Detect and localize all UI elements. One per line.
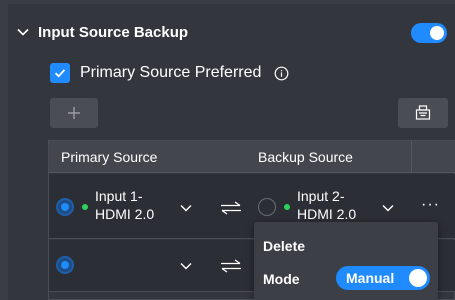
toggle-knob xyxy=(409,269,427,287)
primary-source-select[interactable]: Input 1- HDMI 2.0 xyxy=(95,187,154,223)
status-online-dot xyxy=(82,204,88,210)
chevron-down-icon[interactable] xyxy=(381,201,395,215)
delete-menu-item[interactable]: Delete xyxy=(263,238,305,254)
chevron-down-icon[interactable] xyxy=(14,23,32,41)
mode-toggle[interactable]: Manual xyxy=(336,266,430,290)
primary-preferred-label: Primary Source Preferred xyxy=(80,64,262,81)
chevron-down-icon[interactable] xyxy=(179,259,193,273)
toggle-knob xyxy=(430,26,444,40)
backup-enable-toggle[interactable] xyxy=(411,23,447,43)
info-circle-icon[interactable] xyxy=(273,65,289,81)
add-row-button[interactable] xyxy=(50,98,98,128)
check-icon xyxy=(54,69,66,78)
device-settings-button[interactable] xyxy=(398,98,448,128)
backup-source-select[interactable]: Input 2- HDMI 2.0 xyxy=(297,187,356,223)
status-online-dot xyxy=(284,204,290,210)
chevron-down-icon[interactable] xyxy=(179,201,193,215)
column-header-primary: Primary Source xyxy=(61,149,158,165)
mode-label: Mode xyxy=(263,271,300,287)
primary-preferred-checkbox[interactable] xyxy=(50,63,70,83)
more-horizontal-icon[interactable]: ··· xyxy=(421,196,440,214)
backup-source-radio[interactable] xyxy=(258,198,276,216)
section-header[interactable]: Input Source Backup xyxy=(14,20,188,44)
section-title: Input Source Backup xyxy=(38,23,189,41)
column-header-backup: Backup Source xyxy=(258,149,353,165)
primary-preferred-option: Primary Source Preferred xyxy=(50,62,289,84)
mode-value: Manual xyxy=(346,270,395,286)
table-header: Primary Source Backup Source xyxy=(49,141,455,173)
primary-source-radio[interactable] xyxy=(56,198,74,216)
swap-arrows-icon[interactable] xyxy=(220,201,242,215)
primary-source-radio[interactable] xyxy=(56,256,74,274)
plus-icon xyxy=(68,107,80,119)
swap-arrows-icon[interactable] xyxy=(220,259,242,273)
row-context-menu: Delete Mode Manual xyxy=(254,222,438,300)
column-divider xyxy=(411,141,412,173)
device-icon xyxy=(415,105,431,120)
